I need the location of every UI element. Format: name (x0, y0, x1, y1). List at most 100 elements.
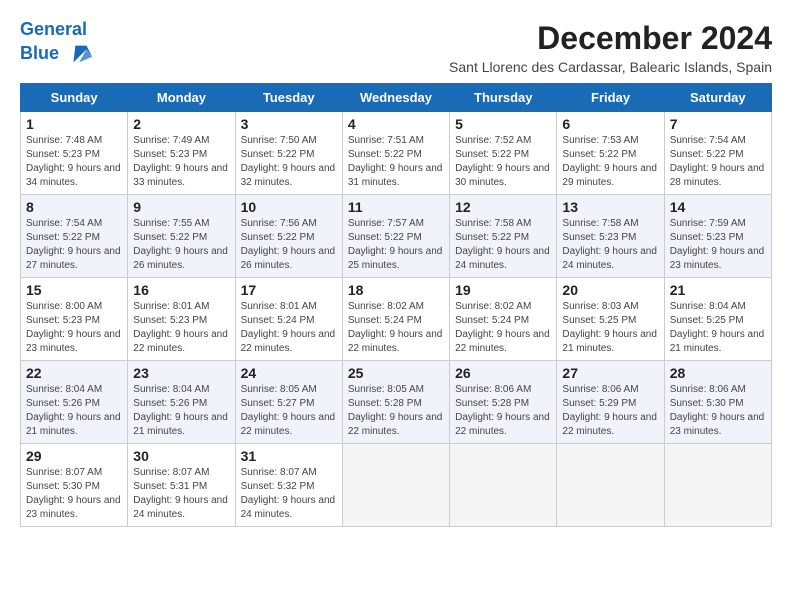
weekday-header-monday: Monday (128, 84, 235, 112)
calendar-cell: 13 Sunrise: 7:58 AM Sunset: 5:23 PM Dayl… (557, 195, 664, 278)
day-info: Sunrise: 8:01 AM Sunset: 5:23 PM Dayligh… (133, 300, 229, 356)
day-number: 24 (241, 365, 337, 381)
day-number: 26 (455, 365, 551, 381)
calendar-cell: 29 Sunrise: 8:07 AM Sunset: 5:30 PM Dayl… (21, 444, 128, 527)
day-info: Sunrise: 7:58 AM Sunset: 5:22 PM Dayligh… (455, 217, 551, 273)
day-number: 6 (562, 116, 658, 132)
day-number: 18 (348, 282, 444, 298)
day-number: 22 (26, 365, 122, 381)
week-row-5: 29 Sunrise: 8:07 AM Sunset: 5:30 PM Dayl… (21, 444, 772, 527)
week-row-1: 1 Sunrise: 7:48 AM Sunset: 5:23 PM Dayli… (21, 112, 772, 195)
week-row-3: 15 Sunrise: 8:00 AM Sunset: 5:23 PM Dayl… (21, 278, 772, 361)
calendar-cell (342, 444, 449, 527)
day-info: Sunrise: 8:04 AM Sunset: 5:25 PM Dayligh… (670, 300, 766, 356)
day-info: Sunrise: 7:55 AM Sunset: 5:22 PM Dayligh… (133, 217, 229, 273)
day-number: 12 (455, 199, 551, 215)
calendar-cell: 25 Sunrise: 8:05 AM Sunset: 5:28 PM Dayl… (342, 361, 449, 444)
calendar-cell: 17 Sunrise: 8:01 AM Sunset: 5:24 PM Dayl… (235, 278, 342, 361)
day-number: 2 (133, 116, 229, 132)
calendar-cell: 18 Sunrise: 8:02 AM Sunset: 5:24 PM Dayl… (342, 278, 449, 361)
day-info: Sunrise: 8:06 AM Sunset: 5:28 PM Dayligh… (455, 383, 551, 439)
calendar-cell: 1 Sunrise: 7:48 AM Sunset: 5:23 PM Dayli… (21, 112, 128, 195)
calendar-cell: 7 Sunrise: 7:54 AM Sunset: 5:22 PM Dayli… (664, 112, 771, 195)
day-number: 10 (241, 199, 337, 215)
day-info: Sunrise: 7:52 AM Sunset: 5:22 PM Dayligh… (455, 134, 551, 190)
day-number: 20 (562, 282, 658, 298)
day-info: Sunrise: 8:05 AM Sunset: 5:27 PM Dayligh… (241, 383, 337, 439)
calendar-cell: 12 Sunrise: 7:58 AM Sunset: 5:22 PM Dayl… (450, 195, 557, 278)
calendar-cell: 9 Sunrise: 7:55 AM Sunset: 5:22 PM Dayli… (128, 195, 235, 278)
day-number: 23 (133, 365, 229, 381)
weekday-header-row: SundayMondayTuesdayWednesdayThursdayFrid… (21, 84, 772, 112)
calendar-cell: 14 Sunrise: 7:59 AM Sunset: 5:23 PM Dayl… (664, 195, 771, 278)
day-number: 29 (26, 448, 122, 464)
calendar-cell (557, 444, 664, 527)
weekday-header-tuesday: Tuesday (235, 84, 342, 112)
week-row-2: 8 Sunrise: 7:54 AM Sunset: 5:22 PM Dayli… (21, 195, 772, 278)
calendar-cell: 11 Sunrise: 7:57 AM Sunset: 5:22 PM Dayl… (342, 195, 449, 278)
calendar-cell: 19 Sunrise: 8:02 AM Sunset: 5:24 PM Dayl… (450, 278, 557, 361)
day-info: Sunrise: 8:03 AM Sunset: 5:25 PM Dayligh… (562, 300, 658, 356)
day-number: 21 (670, 282, 766, 298)
calendar-table: SundayMondayTuesdayWednesdayThursdayFrid… (20, 83, 772, 527)
calendar-cell (450, 444, 557, 527)
day-info: Sunrise: 7:49 AM Sunset: 5:23 PM Dayligh… (133, 134, 229, 190)
calendar-cell: 6 Sunrise: 7:53 AM Sunset: 5:22 PM Dayli… (557, 112, 664, 195)
calendar-cell: 23 Sunrise: 8:04 AM Sunset: 5:26 PM Dayl… (128, 361, 235, 444)
title-block: December 2024 Sant Llorenc des Cardassar… (449, 20, 772, 75)
day-info: Sunrise: 7:50 AM Sunset: 5:22 PM Dayligh… (241, 134, 337, 190)
day-info: Sunrise: 8:06 AM Sunset: 5:29 PM Dayligh… (562, 383, 658, 439)
day-info: Sunrise: 8:02 AM Sunset: 5:24 PM Dayligh… (455, 300, 551, 356)
calendar-cell: 15 Sunrise: 8:00 AM Sunset: 5:23 PM Dayl… (21, 278, 128, 361)
weekday-header-sunday: Sunday (21, 84, 128, 112)
day-number: 3 (241, 116, 337, 132)
day-info: Sunrise: 7:57 AM Sunset: 5:22 PM Dayligh… (348, 217, 444, 273)
calendar-cell: 22 Sunrise: 8:04 AM Sunset: 5:26 PM Dayl… (21, 361, 128, 444)
location: Sant Llorenc des Cardassar, Balearic Isl… (449, 59, 772, 75)
day-number: 14 (670, 199, 766, 215)
week-row-4: 22 Sunrise: 8:04 AM Sunset: 5:26 PM Dayl… (21, 361, 772, 444)
day-number: 1 (26, 116, 122, 132)
day-number: 17 (241, 282, 337, 298)
calendar-cell: 4 Sunrise: 7:51 AM Sunset: 5:22 PM Dayli… (342, 112, 449, 195)
day-info: Sunrise: 8:02 AM Sunset: 5:24 PM Dayligh… (348, 300, 444, 356)
day-number: 8 (26, 199, 122, 215)
calendar-cell: 16 Sunrise: 8:01 AM Sunset: 5:23 PM Dayl… (128, 278, 235, 361)
day-info: Sunrise: 7:54 AM Sunset: 5:22 PM Dayligh… (670, 134, 766, 190)
day-info: Sunrise: 8:04 AM Sunset: 5:26 PM Dayligh… (133, 383, 229, 439)
day-info: Sunrise: 7:53 AM Sunset: 5:22 PM Dayligh… (562, 134, 658, 190)
day-number: 19 (455, 282, 551, 298)
month-year: December 2024 (449, 20, 772, 57)
day-number: 27 (562, 365, 658, 381)
day-number: 15 (26, 282, 122, 298)
day-info: Sunrise: 7:58 AM Sunset: 5:23 PM Dayligh… (562, 217, 658, 273)
calendar-cell: 24 Sunrise: 8:05 AM Sunset: 5:27 PM Dayl… (235, 361, 342, 444)
calendar-cell: 30 Sunrise: 8:07 AM Sunset: 5:31 PM Dayl… (128, 444, 235, 527)
logo-text: General (20, 20, 94, 40)
weekday-header-friday: Friday (557, 84, 664, 112)
calendar-cell: 8 Sunrise: 7:54 AM Sunset: 5:22 PM Dayli… (21, 195, 128, 278)
weekday-header-saturday: Saturday (664, 84, 771, 112)
calendar-cell: 27 Sunrise: 8:06 AM Sunset: 5:29 PM Dayl… (557, 361, 664, 444)
day-info: Sunrise: 8:07 AM Sunset: 5:31 PM Dayligh… (133, 466, 229, 522)
day-info: Sunrise: 8:00 AM Sunset: 5:23 PM Dayligh… (26, 300, 122, 356)
day-info: Sunrise: 8:05 AM Sunset: 5:28 PM Dayligh… (348, 383, 444, 439)
day-number: 13 (562, 199, 658, 215)
day-number: 30 (133, 448, 229, 464)
calendar-cell: 26 Sunrise: 8:06 AM Sunset: 5:28 PM Dayl… (450, 361, 557, 444)
day-info: Sunrise: 8:06 AM Sunset: 5:30 PM Dayligh… (670, 383, 766, 439)
day-info: Sunrise: 7:56 AM Sunset: 5:22 PM Dayligh… (241, 217, 337, 273)
day-info: Sunrise: 8:01 AM Sunset: 5:24 PM Dayligh… (241, 300, 337, 356)
calendar-cell: 3 Sunrise: 7:50 AM Sunset: 5:22 PM Dayli… (235, 112, 342, 195)
weekday-header-thursday: Thursday (450, 84, 557, 112)
calendar-cell (664, 444, 771, 527)
calendar-cell: 20 Sunrise: 8:03 AM Sunset: 5:25 PM Dayl… (557, 278, 664, 361)
weekday-header-wednesday: Wednesday (342, 84, 449, 112)
calendar-cell: 5 Sunrise: 7:52 AM Sunset: 5:22 PM Dayli… (450, 112, 557, 195)
day-info: Sunrise: 8:07 AM Sunset: 5:30 PM Dayligh… (26, 466, 122, 522)
day-number: 25 (348, 365, 444, 381)
day-info: Sunrise: 8:07 AM Sunset: 5:32 PM Dayligh… (241, 466, 337, 522)
day-info: Sunrise: 8:04 AM Sunset: 5:26 PM Dayligh… (26, 383, 122, 439)
day-number: 4 (348, 116, 444, 132)
calendar-cell: 2 Sunrise: 7:49 AM Sunset: 5:23 PM Dayli… (128, 112, 235, 195)
